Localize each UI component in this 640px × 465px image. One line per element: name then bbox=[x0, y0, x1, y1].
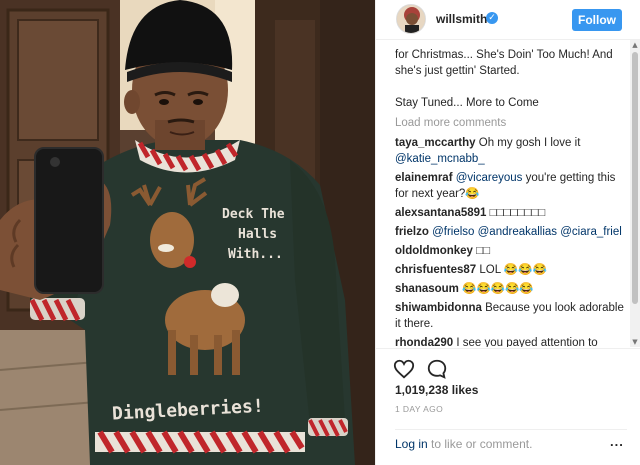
more-options-icon[interactable]: ... bbox=[610, 434, 624, 449]
post-actions: 1,019,238 likes 1 DAY AGO Log in to like… bbox=[376, 348, 640, 465]
comment-username[interactable]: shiwambidonna bbox=[395, 302, 482, 314]
comment-item: oldoldmonkey □□ bbox=[395, 243, 624, 259]
comment-item: elainemraf @vicareyous you're getting th… bbox=[395, 170, 624, 202]
avatar[interactable] bbox=[396, 4, 426, 34]
comment-username[interactable]: rhonda290 bbox=[395, 337, 453, 347]
comments-scrollbar[interactable]: ▲ ▼ bbox=[630, 40, 640, 347]
comment-text: □□□□□□□□ bbox=[489, 207, 546, 219]
instagram-post-window: Deck The Halls With... Dingleberries! wi… bbox=[0, 0, 640, 465]
caption-line-2: she's just gettin' Started. bbox=[395, 65, 520, 77]
avatar-image bbox=[397, 5, 425, 33]
comments-list[interactable]: for Christmas... She's Doin' Too Much! A… bbox=[376, 40, 634, 347]
login-prompt-text: to like or comment. bbox=[427, 437, 533, 451]
caption-line-3: Stay Tuned... More to Come bbox=[395, 97, 539, 109]
sweater-text-line-1: Deck The bbox=[222, 207, 285, 222]
comment-text: 😂😂😂😂😂 bbox=[462, 283, 534, 295]
comment-item: frielzo @frielso @andreakallias @ciara_f… bbox=[395, 224, 624, 240]
sweater-text-line-2: Halls bbox=[238, 227, 277, 242]
login-prompt: Log in to like or comment. bbox=[395, 429, 627, 451]
sweater-text-line-3: With... bbox=[228, 247, 283, 262]
phone-graphic bbox=[34, 147, 104, 294]
comment-mention[interactable]: @katie_mcnabb_ bbox=[395, 153, 485, 165]
post-photo-illustration: Deck The Halls With... Dingleberries! bbox=[0, 0, 375, 465]
comment-username[interactable]: taya_mccarthy bbox=[395, 137, 476, 149]
scroll-up-arrow-icon[interactable]: ▲ bbox=[630, 40, 640, 50]
verified-badge-icon: ✓ bbox=[486, 12, 498, 24]
comment-item: shiwambidonna Because you look adorable … bbox=[395, 300, 624, 332]
comment-item: alexsantana5891 □□□□□□□□ bbox=[395, 205, 624, 221]
speech-bubble-icon[interactable] bbox=[426, 358, 448, 380]
comment-mention[interactable]: @frielso @andreakallias @ciara_friel bbox=[432, 226, 622, 238]
comment-username[interactable]: alexsantana5891 bbox=[395, 207, 486, 219]
comment-username[interactable]: elainemraf bbox=[395, 172, 453, 184]
post-timestamp: 1 DAY AGO bbox=[395, 404, 444, 414]
scrollbar-thumb[interactable] bbox=[632, 52, 638, 304]
load-more-comments-link[interactable]: Load more comments bbox=[395, 115, 624, 131]
comment-mention[interactable]: @vicareyous bbox=[456, 172, 523, 184]
likes-count[interactable]: 1,019,238 likes bbox=[395, 383, 478, 397]
comment-username[interactable]: chrisfuentes87 bbox=[395, 264, 476, 276]
follow-button[interactable]: Follow bbox=[572, 9, 622, 31]
comment-text: □□ bbox=[476, 245, 491, 257]
comment-text: Oh my gosh I love it bbox=[478, 137, 581, 149]
comment-item: shanasoum 😂😂😂😂😂 bbox=[395, 281, 624, 297]
post-photo[interactable]: Deck The Halls With... Dingleberries! bbox=[0, 0, 375, 465]
comment-username[interactable]: frielzo bbox=[395, 226, 429, 238]
comment-item: rhonda290 I see you payed attention to bbox=[395, 335, 624, 347]
post-header: willsmith ✓ Follow bbox=[376, 0, 640, 40]
login-link[interactable]: Log in bbox=[395, 437, 428, 451]
comment-item: taya_mccarthy Oh my gosh I love it @kati… bbox=[395, 135, 624, 167]
comment-text: LOL 😂😂😂 bbox=[479, 264, 547, 276]
heart-icon[interactable] bbox=[393, 358, 415, 380]
comment-text: I see you payed attention to bbox=[456, 337, 598, 347]
comment-item: chrisfuentes87 LOL 😂😂😂 bbox=[395, 262, 624, 278]
comment-username[interactable]: oldoldmonkey bbox=[395, 245, 473, 257]
comment-username[interactable]: shanasoum bbox=[395, 283, 459, 295]
scroll-down-arrow-icon[interactable]: ▼ bbox=[630, 337, 640, 347]
caption-line-1: for Christmas... She's Doin' Too Much! A… bbox=[395, 49, 613, 61]
post-sidebar: willsmith ✓ Follow for Christmas... She'… bbox=[375, 0, 640, 465]
username-link[interactable]: willsmith bbox=[436, 12, 487, 26]
